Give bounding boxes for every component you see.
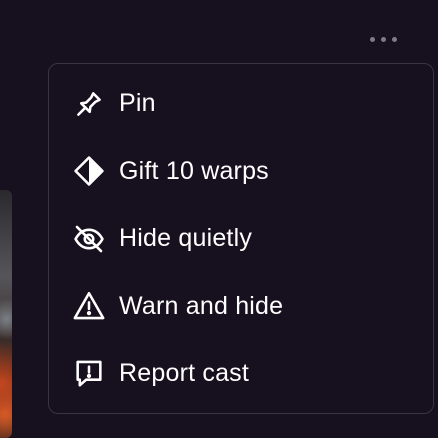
menu-item-label: Report cast xyxy=(119,359,250,388)
media-thumbnail[interactable] xyxy=(0,190,12,438)
warning-triangle-icon xyxy=(71,288,107,324)
menu-item-pin[interactable]: Pin xyxy=(49,70,433,138)
warp-diamond-icon xyxy=(71,153,107,189)
report-message-icon xyxy=(71,356,107,392)
menu-item-report-cast[interactable]: Report cast xyxy=(49,340,433,408)
more-options-button[interactable] xyxy=(362,30,404,48)
menu-item-label: Hide quietly xyxy=(119,224,253,253)
menu-item-hide-quietly[interactable]: Hide quietly xyxy=(49,205,433,273)
pin-icon xyxy=(71,86,107,122)
cast-view: Pin Gift 10 warps Hide quietly Warn and … xyxy=(0,0,438,438)
eye-off-icon xyxy=(71,221,107,257)
menu-item-warn-and-hide[interactable]: Warn and hide xyxy=(49,273,433,341)
menu-item-label: Pin xyxy=(119,89,156,118)
cast-actions-menu: Pin Gift 10 warps Hide quietly Warn and … xyxy=(48,63,434,414)
menu-item-label: Warn and hide xyxy=(119,291,284,320)
more-horizontal-icon xyxy=(391,36,397,42)
more-horizontal-icon xyxy=(380,36,386,42)
menu-item-label: Gift 10 warps xyxy=(119,156,269,185)
menu-item-gift-warps[interactable]: Gift 10 warps xyxy=(49,138,433,206)
more-horizontal-icon xyxy=(369,36,375,42)
